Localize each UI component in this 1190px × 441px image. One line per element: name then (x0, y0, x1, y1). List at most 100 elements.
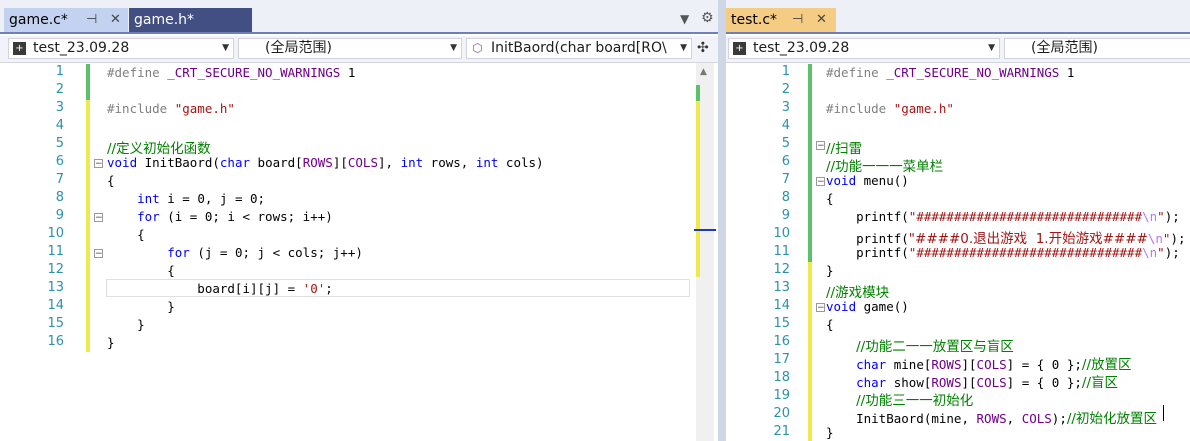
pane-splitter[interactable] (718, 0, 726, 441)
project-icon: + (13, 42, 26, 55)
fold-toggle-icon[interactable]: − (94, 249, 103, 259)
code-token: { (107, 227, 145, 242)
fold-toggle-icon[interactable]: − (816, 303, 825, 313)
pin-icon[interactable]: ⊣ (792, 8, 803, 32)
code-token: ][ (961, 375, 977, 390)
change-indicator (808, 172, 812, 190)
line-number: 9 (55, 208, 64, 223)
right-code-editor[interactable]: 1 #define _CRT_SECURE_NO_WARNINGS 1 2 3 #inc… (726, 63, 1190, 441)
code-token: ][ (961, 357, 977, 372)
code-line[interactable]: void game() (826, 299, 909, 314)
change-indicator (808, 352, 812, 370)
change-indicator (86, 190, 90, 208)
line-number: 7 (55, 172, 64, 187)
pin-icon[interactable]: ⊣ (86, 8, 97, 32)
code-line[interactable]: for (j = 0; j < cols; j++) (107, 245, 363, 260)
code-line[interactable]: { (826, 191, 834, 206)
scroll-up-icon[interactable]: ▲ (700, 67, 707, 77)
split-window-icon[interactable]: ✣ (697, 40, 709, 56)
tab-game-c[interactable]: game.c* ⊣ ✕ (4, 8, 128, 32)
tab-list-dropdown-icon[interactable]: ▼ (680, 12, 689, 26)
line-number: 4 (55, 118, 64, 133)
fold-toggle-icon[interactable]: − (94, 213, 103, 223)
code-line[interactable]: char show[ROWS][COLS] = { 0 };//盲区 (826, 371, 1118, 391)
code-token: int (137, 191, 160, 206)
code-line[interactable]: { (107, 263, 175, 278)
code-line[interactable]: //功能三一一初始化 (826, 389, 973, 409)
line-number: 6 (781, 154, 790, 169)
code-line[interactable]: void menu() (826, 173, 909, 188)
member-dropdown[interactable]: ⬡ InitBaord(char board[RO\ ▼ (466, 38, 692, 59)
code-line[interactable]: void InitBaord(char board[ROWS][COLS], i… (107, 155, 544, 170)
code-line[interactable]: //定义初始化函数 (107, 137, 211, 157)
close-icon[interactable]: ✕ (816, 8, 827, 32)
code-token: "############################## (908, 209, 1143, 224)
code-line[interactable]: #define _CRT_SECURE_NO_WARNINGS 1 (826, 65, 1074, 80)
change-indicator (808, 154, 812, 172)
code-token: _CRT_SECURE_NO_WARNINGS (167, 65, 341, 80)
change-indicator (808, 370, 812, 388)
line-number: 21 (773, 424, 790, 439)
code-line[interactable]: int i = 0, j = 0; (107, 191, 265, 206)
scope-dropdown[interactable]: (全局范围) ▼ (238, 38, 462, 59)
code-line[interactable]: char mine[ROWS][COLS] = { 0 };//放置区 (826, 353, 1131, 373)
code-line[interactable]: #include "game.h" (107, 101, 235, 116)
code-token: (j = 0; j < cols; j++) (189, 245, 363, 260)
code-line[interactable]: } (107, 299, 175, 314)
change-indicator (808, 244, 812, 262)
line-number: 14 (47, 298, 64, 313)
code-line[interactable]: { (107, 173, 115, 188)
code-token: char (219, 155, 251, 170)
line-number: 19 (773, 388, 790, 403)
code-line[interactable]: //游戏模块 (826, 281, 889, 301)
line-number: 12 (773, 262, 790, 277)
code-line[interactable]: } (826, 425, 834, 440)
change-indicator (86, 154, 90, 172)
scroll-change-marker (696, 85, 700, 101)
code-line[interactable]: } (107, 335, 115, 350)
code-line[interactable]: #include "game.h" (826, 101, 954, 116)
code-line[interactable]: printf("##############################\n… (826, 209, 1180, 224)
code-line[interactable]: #define _CRT_SECURE_NO_WARNINGS 1 (107, 65, 355, 80)
project-dropdown[interactable]: + test_23.09.28 ▼ (728, 38, 1000, 59)
fold-toggle-icon[interactable]: − (816, 177, 825, 187)
scope-dropdown[interactable]: (全局范围) (1004, 38, 1190, 59)
left-vertical-scrollbar[interactable]: ▲ (694, 63, 716, 441)
code-line[interactable]: } (826, 263, 834, 278)
line-number: 16 (773, 334, 790, 349)
change-indicator (86, 262, 90, 280)
code-line[interactable]: for (i = 0; i < rows; i++) (107, 209, 333, 224)
tab-test-c[interactable]: test.c* ⊣ ✕ (726, 8, 836, 32)
line-number: 8 (55, 190, 64, 205)
line-number: 12 (47, 262, 64, 277)
fold-toggle-icon[interactable]: − (94, 159, 103, 169)
line-number: 9 (781, 208, 790, 223)
code-line[interactable]: printf("##############################\n… (826, 245, 1180, 260)
code-token: ); (1170, 231, 1186, 246)
member-label: InitBaord(char board[RO\ (491, 40, 667, 56)
code-line[interactable]: //功能二一一放置区与盲区 (826, 335, 1014, 355)
tab-game-h[interactable]: game.h* (129, 8, 252, 32)
code-line[interactable]: InitBaord(mine, ROWS, COLS);//初始化放置区 (826, 407, 1157, 427)
code-line[interactable]: //扫雷 (826, 137, 862, 157)
fold-toggle-icon[interactable]: − (816, 141, 825, 151)
code-token: void (826, 299, 857, 314)
line-number: 10 (47, 226, 64, 241)
code-line[interactable]: } (107, 317, 145, 332)
code-line[interactable]: { (107, 227, 145, 242)
left-tab-strip: game.c* ⊣ ✕ game.h* ▼ ⚙ (0, 0, 718, 34)
line-number: 16 (47, 334, 64, 349)
left-code-editor[interactable]: 1 #define _CRT_SECURE_NO_WARNINGS 1 2 3 #inc… (0, 63, 718, 441)
code-token: void (107, 155, 138, 170)
code-token: } (107, 335, 115, 350)
code-line[interactable]: { (826, 317, 834, 332)
code-line[interactable]: //功能一一一菜单栏 (826, 155, 943, 175)
left-navigation-bar: + test_23.09.28 ▼ (全局范围) ▼ ⬡ InitBaord(c… (0, 36, 718, 63)
project-dropdown[interactable]: + test_23.09.28 ▼ (8, 38, 234, 59)
code-token: printf( (826, 231, 909, 246)
code-token: \n (1142, 209, 1158, 224)
code-line[interactable]: printf("####0.退出游戏 1.开始游戏####\n"); (826, 227, 1186, 247)
code-token: ROWS (976, 411, 1007, 426)
gear-icon[interactable]: ⚙ (701, 10, 714, 26)
close-icon[interactable]: ✕ (110, 8, 121, 32)
